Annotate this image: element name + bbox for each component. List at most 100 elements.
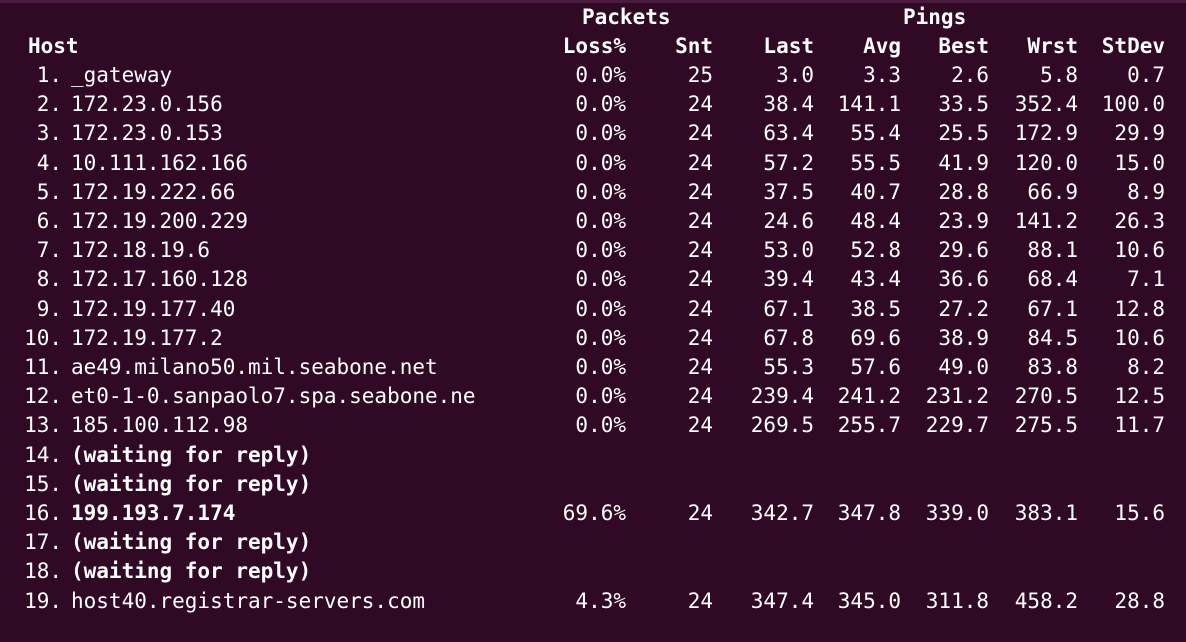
stdev-column-header: StDev [1101, 34, 1165, 58]
hop-number: 11. [24, 355, 62, 379]
avg-value: 43.4 [850, 267, 901, 291]
loss-value: 0.0% [575, 413, 626, 437]
loss-value: 0.0% [575, 326, 626, 350]
stdev-value: 12.5 [1114, 384, 1165, 408]
hop-number: 4. [36, 151, 62, 175]
avg-value: 255.7 [837, 413, 901, 437]
hop-row: 16. 199.193.7.174 69.6% 24 342.7 347.8 339.0 38… [0, 499, 1186, 528]
avg-value: 345.0 [837, 589, 901, 613]
hop-host: _gateway [71, 63, 173, 87]
last-value: 24.6 [763, 209, 814, 233]
wrst-value: 352.4 [1014, 92, 1078, 116]
snt-column-header: Snt [675, 34, 713, 58]
hop-number: 15. [24, 472, 62, 496]
wrst-column-header: Wrst [1027, 34, 1078, 58]
wrst-value: 68.4 [1027, 267, 1078, 291]
loss-value: 0.0% [575, 121, 626, 145]
best-value: 311.8 [925, 589, 989, 613]
last-column-header: Last [763, 34, 814, 58]
hop-host: 185.100.112.98 [71, 413, 249, 437]
hop-row: 12. et0-1-0.sanpaolo7.spa.seabone.ne 0.0% 2… [0, 382, 1186, 411]
hop-number: 10. [24, 326, 62, 350]
hop-number: 8. [36, 267, 62, 291]
hop-number: 3. [36, 121, 62, 145]
last-value: 67.8 [763, 326, 814, 350]
hop-row: 1. _gateway 0.0% 25 3.0 3.3 2.6 5.8 0.7 [0, 61, 1186, 90]
wrst-value: 270.5 [1014, 384, 1078, 408]
hop-number: 9. [36, 297, 62, 321]
hop-host: 172.19.222.66 [71, 180, 236, 204]
stdev-value: 15.0 [1114, 151, 1165, 175]
avg-value: 40.7 [850, 180, 901, 204]
hop-row: 13. 185.100.112.98 0.0% 24 269.5 255.7 229.7 27… [0, 411, 1186, 440]
last-value: 55.3 [763, 355, 814, 379]
stdev-value: 11.7 [1114, 413, 1165, 437]
loss-value: 0.0% [575, 238, 626, 262]
last-value: 3.0 [776, 63, 814, 87]
wrst-value: 172.9 [1014, 121, 1078, 145]
hop-row: 2. 172.23.0.156 0.0% 24 38.4 141.1 33.5 352.4 10… [0, 90, 1186, 119]
snt-value: 24 [687, 501, 713, 525]
loss-value: 0.0% [575, 92, 626, 116]
terminal-window[interactable]: Packets Pings Host Loss% Snt Last Avg Be… [0, 0, 1186, 642]
header-column-row: Host Loss% Snt Last Avg Best Wrst StDev [0, 32, 1186, 61]
snt-value: 24 [687, 413, 713, 437]
loss-value: 4.3% [575, 589, 626, 613]
header-group-row: Packets Pings [0, 3, 1186, 32]
hop-row: 5. 172.19.222.66 0.0% 24 37.5 40.7 28.8 66.9 8.9 [0, 178, 1186, 207]
best-value: 231.2 [925, 384, 989, 408]
hop-host: 172.23.0.153 [71, 121, 223, 145]
avg-value: 48.4 [850, 209, 901, 233]
hop-number: 5. [36, 180, 62, 204]
last-value: 39.4 [763, 267, 814, 291]
snt-value: 24 [687, 355, 713, 379]
hop-row: 18. (waiting for reply) [0, 557, 1186, 586]
best-value: 339.0 [925, 501, 989, 525]
hop-host: (waiting for reply) [71, 559, 312, 583]
best-value: 25.5 [938, 121, 989, 145]
loss-value: 0.0% [575, 209, 626, 233]
avg-value: 52.8 [850, 238, 901, 262]
wrst-value: 120.0 [1014, 151, 1078, 175]
hop-number: 6. [36, 209, 62, 233]
hop-host: et0-1-0.sanpaolo7.spa.seabone.ne [71, 384, 476, 408]
stdev-value: 0.7 [1127, 63, 1165, 87]
hop-host: 172.23.0.156 [71, 92, 223, 116]
stdev-value: 8.9 [1127, 180, 1165, 204]
snt-value: 25 [687, 63, 713, 87]
last-value: 38.4 [763, 92, 814, 116]
stdev-value: 12.8 [1114, 297, 1165, 321]
hop-number: 12. [24, 384, 62, 408]
snt-value: 24 [687, 209, 713, 233]
best-value: 36.6 [938, 267, 989, 291]
hop-number: 19. [24, 589, 62, 613]
loss-value: 69.6% [562, 501, 626, 525]
hop-host: ae49.milano50.mil.seabone.net [71, 355, 438, 379]
loss-value: 0.0% [575, 355, 626, 379]
hop-host: 10.111.162.166 [71, 151, 249, 175]
avg-value: 347.8 [837, 501, 901, 525]
avg-value: 55.5 [850, 151, 901, 175]
snt-value: 24 [687, 238, 713, 262]
hop-number: 16. [24, 501, 62, 525]
wrst-value: 383.1 [1014, 501, 1078, 525]
hop-host: 172.19.177.2 [71, 326, 223, 350]
stdev-value: 100.0 [1101, 92, 1165, 116]
loss-value: 0.0% [575, 151, 626, 175]
hop-row: 14. (waiting for reply) [0, 441, 1186, 470]
best-value: 41.9 [938, 151, 989, 175]
hop-number: 14. [24, 443, 62, 467]
hop-host: host40.registrar-servers.com [71, 589, 426, 613]
last-value: 269.5 [750, 413, 814, 437]
hop-row: 7. 172.18.19.6 0.0% 24 53.0 52.8 29.6 88.1 10.6 [0, 236, 1186, 265]
hop-number: 18. [24, 559, 62, 583]
last-value: 57.2 [763, 151, 814, 175]
last-value: 239.4 [750, 384, 814, 408]
snt-value: 24 [687, 92, 713, 116]
hop-number: 17. [24, 530, 62, 554]
stdev-value: 28.8 [1114, 589, 1165, 613]
best-value: 229.7 [925, 413, 989, 437]
best-value: 49.0 [938, 355, 989, 379]
best-value: 27.2 [938, 297, 989, 321]
hop-host: 172.17.160.128 [71, 267, 249, 291]
